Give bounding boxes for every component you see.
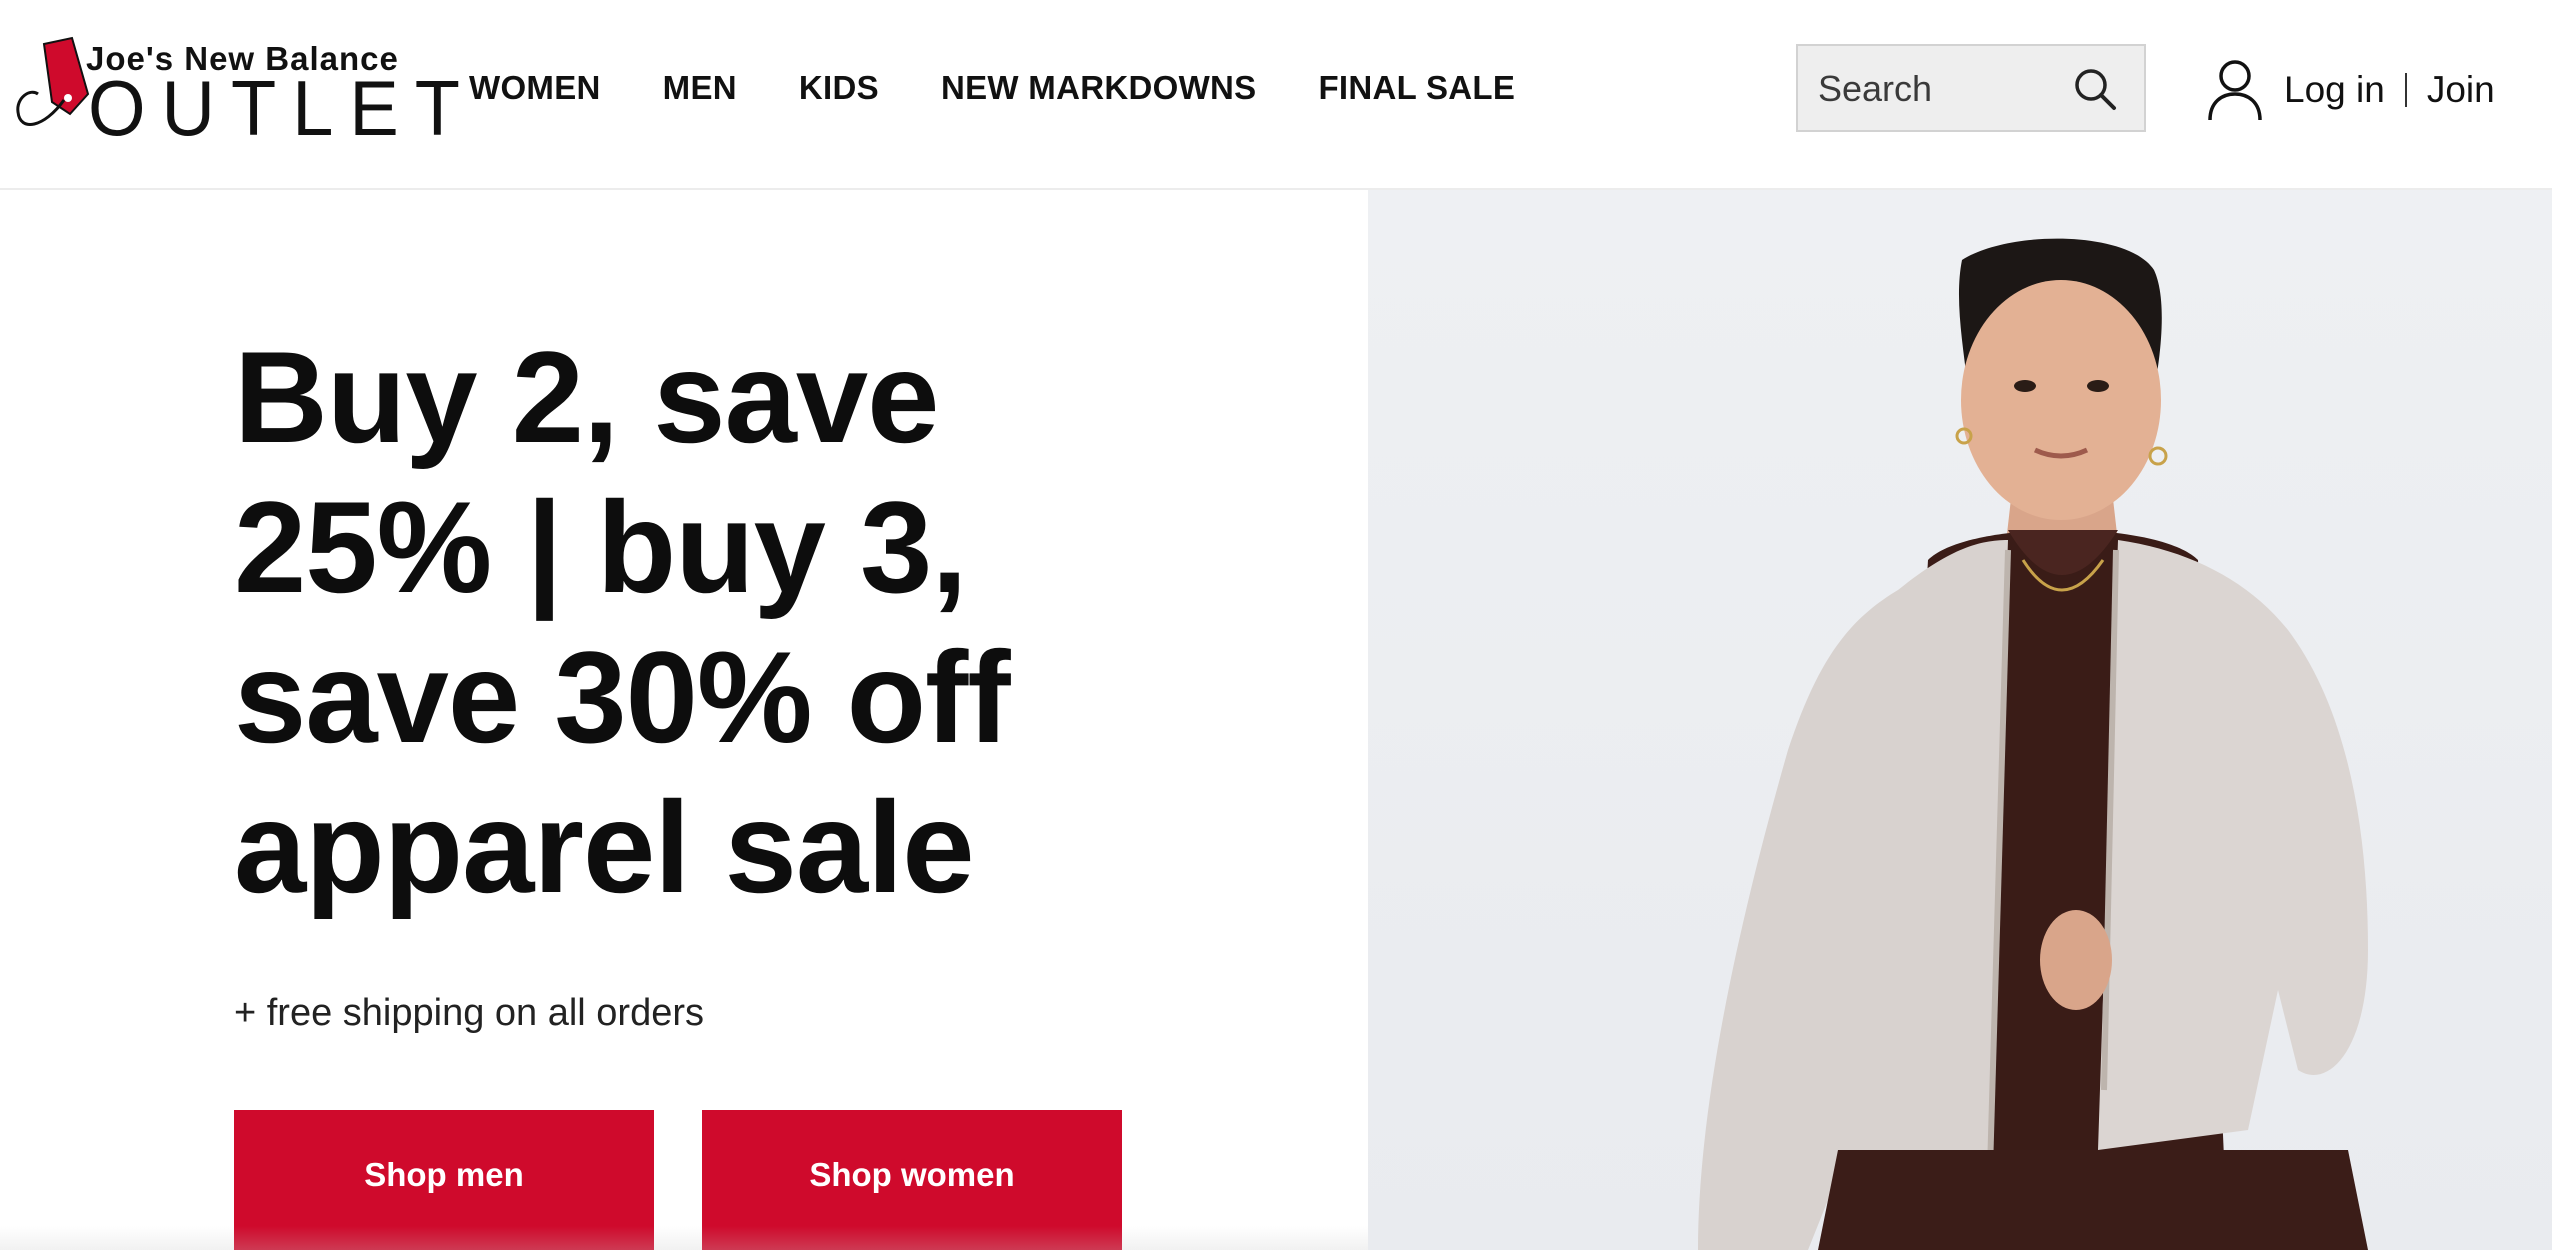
bottom-shadow: [0, 1226, 1368, 1250]
search-icon[interactable]: [2072, 66, 2118, 112]
search-input[interactable]: [1816, 62, 2070, 116]
logo-line-2: OUTLET: [88, 64, 476, 152]
hero-subline: + free shipping on all orders: [234, 992, 705, 1034]
nav-item-men[interactable]: MEN: [663, 69, 737, 107]
model-photo-illustration: [1698, 238, 2368, 1250]
search-box: [1796, 44, 2146, 132]
join-link[interactable]: Join: [2427, 69, 2495, 111]
hero-headline: Buy 2, save 25% | buy 3, save 30% off ap…: [234, 324, 1011, 920]
user-icon[interactable]: [2206, 58, 2264, 122]
site-logo[interactable]: Joe's New Balance OUTLET: [14, 36, 460, 147]
nav-item-final-sale[interactable]: FINAL SALE: [1318, 69, 1515, 107]
nav-item-women[interactable]: WOMEN: [469, 69, 601, 107]
login-link[interactable]: Log in: [2284, 69, 2385, 111]
account-links: Log in Join: [2206, 58, 2495, 122]
nav-item-kids[interactable]: KIDS: [799, 69, 879, 107]
site-header: Joe's New Balance OUTLET WOMEN MEN KIDS …: [0, 0, 2552, 190]
main-nav: WOMEN MEN KIDS NEW MARKDOWNS FINAL SALE: [469, 62, 1577, 114]
nav-item-new-markdowns[interactable]: NEW MARKDOWNS: [941, 69, 1257, 107]
hero-model-image[interactable]: [1368, 190, 2552, 1250]
account-divider: [2404, 73, 2407, 107]
